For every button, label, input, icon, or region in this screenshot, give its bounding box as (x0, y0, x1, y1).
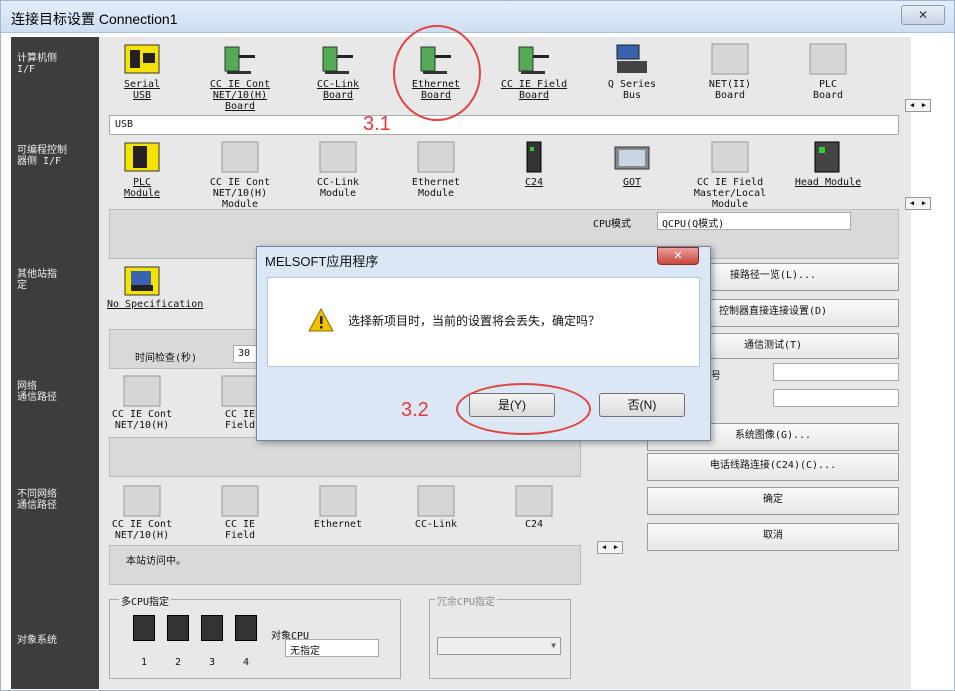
plc-if-item-label-6[interactable]: CC IE Field Master/Local Module (687, 177, 773, 210)
diff-network-item-label-3[interactable]: CC-Link (393, 519, 479, 530)
blank-icon[interactable] (317, 139, 359, 175)
plc-if-item-label-1[interactable]: CC IE Cont NET/10(H) Module (197, 177, 283, 210)
cpu-mode-field[interactable]: QCPU(Q模式) (657, 212, 851, 230)
title-bar: 连接目标设置 Connection1 ✕ (1, 1, 954, 33)
cpu-number: 4 (243, 657, 250, 668)
blank-icon[interactable] (807, 41, 849, 77)
serial-usb-icon[interactable] (121, 41, 163, 77)
right-field-2[interactable] (773, 389, 899, 407)
annotation-circle-yes (456, 383, 591, 435)
pc-if-item-label-4[interactable]: CC IE Field Board (491, 79, 577, 101)
blank-icon[interactable] (219, 139, 261, 175)
plc-if-item-label-5[interactable]: GOT (589, 177, 675, 188)
board-icon[interactable] (219, 41, 261, 77)
warning-icon (308, 308, 334, 332)
annotation-3-1: 3.1 (363, 113, 391, 135)
blank-icon[interactable] (317, 483, 359, 519)
pc-if-scroll[interactable]: ◀ ▶ (905, 99, 931, 112)
annotation-circle-ethernet (393, 25, 481, 121)
blank-icon[interactable] (219, 483, 261, 519)
dialog-message: 选择新项目时，当前的设置将会丢失，确定吗？ (348, 314, 601, 328)
cpu-4-icon[interactable] (235, 615, 257, 641)
pc-if-item-label-1[interactable]: CC IE Cont NET/10(H) Board (197, 79, 283, 112)
cpu-1-icon[interactable] (133, 615, 155, 641)
no-specification-label[interactable]: No Specification (107, 299, 203, 310)
label-diff-network: 不同网络 通信路径 (17, 489, 57, 511)
right-button-5[interactable]: 确定 (647, 487, 899, 515)
plc-if-item-label-7[interactable]: Head Module (785, 177, 871, 188)
pc-if-item-label-0[interactable]: Serial USB (99, 79, 185, 101)
blank-icon[interactable] (709, 139, 751, 175)
pc-if-item-label-2[interactable]: CC-Link Board (295, 79, 381, 101)
cpu-number: 3 (209, 657, 216, 668)
right-field-label: 号 (711, 371, 721, 382)
label-plc-if: 可编程控制 器侧 I/F (17, 145, 67, 167)
label-network-route: 网络 通信路径 (17, 381, 57, 403)
blank-icon[interactable] (415, 483, 457, 519)
dialog-title: MELSOFT应用程序 (265, 254, 379, 269)
right-field-1[interactable] (773, 363, 899, 381)
cpu-mode-label: CPU模式 (593, 219, 632, 230)
plc-if-scroll[interactable]: ◀ ▶ (905, 197, 931, 210)
got-icon[interactable] (611, 139, 653, 175)
plc-if-item-label-3[interactable]: Ethernet Module (393, 177, 479, 199)
plc-if-item-label-2[interactable]: CC-Link Module (295, 177, 381, 199)
board-icon[interactable] (317, 41, 359, 77)
network-route-panel (109, 437, 581, 477)
blank-icon[interactable] (121, 373, 163, 409)
dialog-body: 选择新项目时，当前的设置将会丢失，确定吗？ (267, 277, 700, 367)
cpu-3-icon[interactable] (201, 615, 223, 641)
window-close-button[interactable]: ✕ (901, 5, 945, 25)
diff-network-item-label-2[interactable]: Ethernet (295, 519, 381, 530)
pc-if-item-label-5[interactable]: Q Series Bus (589, 79, 675, 101)
connection-settings-window: 连接目标设置 Connection1 ✕ 计算机侧 I/F 可编程控制 器侧 I… (0, 0, 955, 691)
label-pc-if: 计算机侧 I/F (17, 53, 57, 75)
redundant-cpu-title: 冗余CPU指定 (435, 593, 498, 608)
label-other-station: 其他站指 定 (17, 269, 57, 291)
cpu-number: 2 (175, 657, 182, 668)
cpu-number: 1 (141, 657, 148, 668)
window-title: 连接目标设置 Connection1 (11, 11, 178, 27)
c24-icon[interactable] (513, 139, 555, 175)
blank-icon[interactable] (121, 483, 163, 519)
no-specification-icon[interactable] (121, 263, 163, 299)
pc-if-value-field: USB (109, 115, 899, 135)
right-button-6[interactable]: 取消 (647, 523, 899, 551)
station-status-text: 本站访问中。 (126, 556, 186, 567)
blank-icon[interactable] (709, 41, 751, 77)
diff-network-scroll[interactable]: ◀ ▶ (597, 541, 623, 554)
blank-icon[interactable] (415, 139, 457, 175)
plc-if-item-label-4[interactable]: C24 (491, 177, 577, 188)
cpu-2-icon[interactable] (167, 615, 189, 641)
network-item-label-0[interactable]: CC IE Cont NET/10(H) (99, 409, 185, 431)
board-icon[interactable] (513, 41, 555, 77)
blank-icon[interactable] (513, 483, 555, 519)
dialog-close-button[interactable]: ✕ (657, 247, 699, 265)
redundant-cpu-select[interactable]: ▼ (437, 637, 561, 655)
diff-network-item-label-4[interactable]: C24 (491, 519, 577, 530)
no-button[interactable]: 否(N) (599, 393, 685, 417)
target-cpu-field[interactable]: 无指定 (285, 639, 379, 657)
label-target-system: 对象系统 (17, 635, 57, 646)
head-module-icon[interactable] (807, 139, 849, 175)
right-button-4[interactable]: 电话线路连接(C24)(C)... (647, 453, 899, 481)
plc-module-icon[interactable] (121, 139, 163, 175)
station-status-panel: 本站访问中。 (109, 545, 581, 585)
diff-network-item-label-0[interactable]: CC IE Cont NET/10(H) (99, 519, 185, 541)
multi-cpu-title: 多CPU指定 (119, 593, 172, 608)
annotation-3-2: 3.2 (401, 399, 429, 421)
plc-if-item-label-0[interactable]: PLC Module (99, 177, 185, 199)
pc-if-item-label-7[interactable]: PLC Board (785, 79, 871, 101)
blank-icon[interactable] (219, 373, 261, 409)
pc-if-item-label-6[interactable]: NET(II) Board (687, 79, 773, 101)
bus-icon[interactable] (611, 41, 653, 77)
time-check-label: 时间检查(秒) (135, 353, 198, 364)
diff-network-item-label-1[interactable]: CC IE Field (197, 519, 283, 541)
dropdown-arrow-icon: ▼ (551, 641, 556, 650)
section-labels-panel: 计算机侧 I/F 可编程控制 器侧 I/F 其他站指 定 网络 通信路径 不同网… (11, 37, 99, 689)
